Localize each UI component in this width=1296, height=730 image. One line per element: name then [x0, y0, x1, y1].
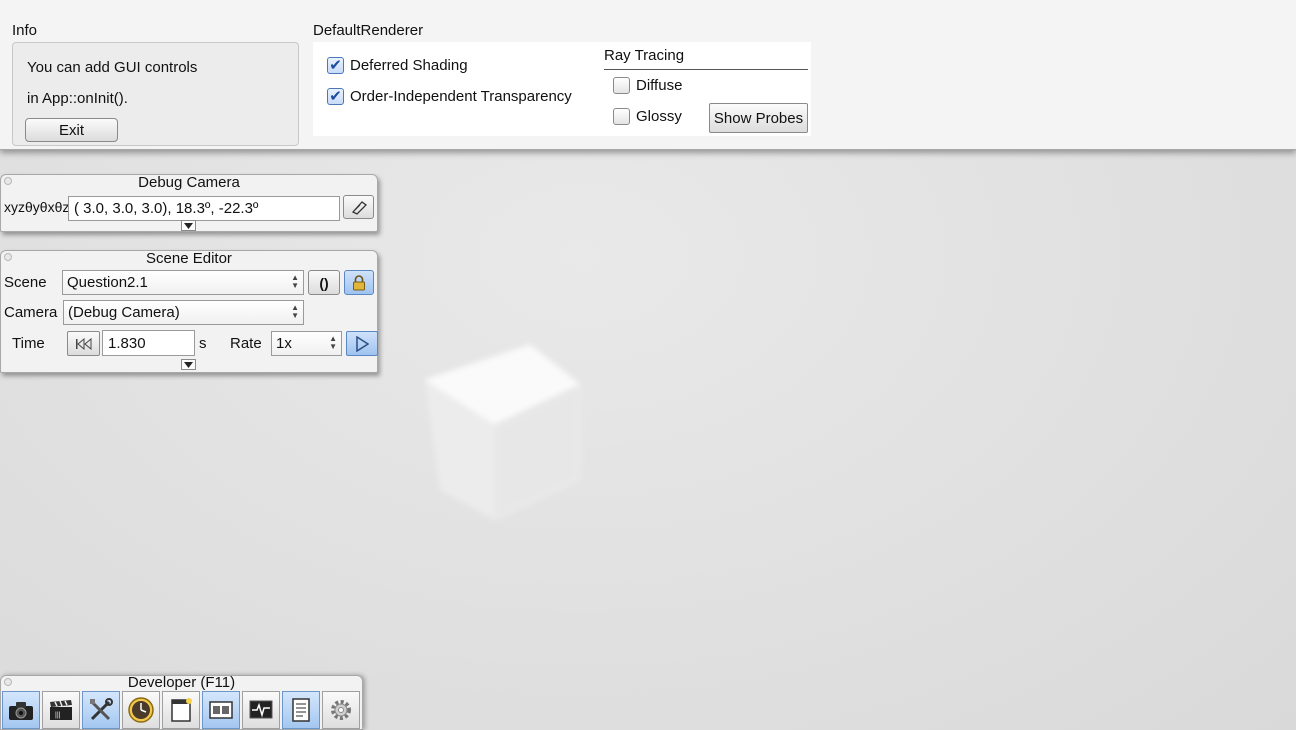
checkbox-box[interactable] [613, 108, 630, 125]
profiler-icon [249, 700, 273, 719]
scene-cube [425, 345, 580, 520]
scene-layout-button[interactable] [202, 691, 240, 729]
glossy-checkbox[interactable]: Glossy [613, 108, 682, 125]
clock-button[interactable] [122, 691, 160, 729]
camera-button[interactable] [2, 691, 40, 729]
info-text-line-2: in App::onInit(). [27, 90, 128, 107]
glossy-label: Glossy [636, 108, 682, 125]
scene-editor-panel: Scene Editor Scene Question2.1 ▲ ▼ () Cam… [0, 250, 378, 373]
diffuse-label: Diffuse [636, 77, 683, 94]
info-title: Info [12, 22, 38, 39]
top-toolbar: Info You can add GUI controls in App::on… [0, 0, 1296, 150]
scene-select-value: Question2.1 [67, 274, 148, 291]
window-button[interactable] [162, 691, 200, 729]
rate-select-value: 1x [276, 335, 292, 352]
camera-select-value: (Debug Camera) [68, 304, 180, 321]
scene-label: Scene [4, 274, 47, 291]
ray-tracing-divider [604, 69, 808, 70]
show-probes-button[interactable]: Show Probes [709, 103, 808, 133]
scene-viewport[interactable] [0, 150, 1296, 730]
expand-chevron-icon[interactable] [181, 359, 196, 370]
profiler-button[interactable] [242, 691, 280, 729]
debug-camera-title: Debug Camera [138, 174, 240, 191]
deferred-shading-checkbox[interactable]: ✔ Deferred Shading [327, 57, 468, 74]
camera-icon [9, 702, 33, 720]
diffuse-checkbox[interactable]: Diffuse [613, 77, 682, 94]
lock-icon [353, 274, 365, 290]
select-arrows-icon: ▲ ▼ [291, 303, 299, 320]
developer-toolbar: Developer (F11) ||| [0, 675, 363, 730]
info-box: You can add GUI controls in App::onInit(… [12, 42, 299, 146]
clipboard-icon [351, 201, 367, 215]
rewind-icon [75, 337, 91, 350]
video-record-button[interactable]: ||| [42, 691, 80, 729]
rewind-button[interactable] [67, 331, 100, 356]
select-arrows-icon: ▲ ▼ [291, 273, 299, 290]
coords-label: xyzθyθxθz [4, 199, 70, 215]
log-icon [292, 698, 310, 722]
expand-chevron-icon[interactable] [181, 220, 196, 231]
rate-select[interactable]: 1x ▲ ▼ [271, 331, 342, 356]
window-icon [171, 698, 192, 722]
scene-editor-title: Scene Editor [146, 250, 232, 267]
time-field[interactable]: 1.830 [102, 330, 195, 356]
time-label: Time [12, 335, 45, 352]
oit-checkbox[interactable]: ✔ Order-Independent Transparency [327, 88, 572, 105]
tools-button[interactable] [82, 691, 120, 729]
clock-icon [128, 697, 154, 723]
debug-camera-panel: Debug Camera xyzθyθxθz ( 3.0, 3.0, 3.0),… [0, 174, 378, 232]
select-arrows-icon: ▲ ▼ [329, 334, 337, 351]
info-text-line-1: You can add GUI controls [27, 59, 198, 76]
checkbox-box[interactable] [613, 77, 630, 94]
play-icon [356, 335, 369, 352]
settings-button[interactable] [322, 691, 360, 729]
clapperboard-icon: ||| [50, 700, 72, 720]
play-button[interactable] [346, 331, 378, 356]
rate-label: Rate [230, 335, 262, 352]
developer-title: Developer (F11) [127, 674, 236, 691]
ray-tracing-title: Ray Tracing [604, 47, 685, 64]
lock-scene-button[interactable] [344, 270, 374, 295]
gear-icon [331, 700, 351, 720]
reload-scene-button[interactable]: () [308, 270, 340, 295]
tools-icon [90, 698, 113, 721]
scene-layout-icon [209, 701, 233, 719]
camera-coords-field[interactable]: ( 3.0, 3.0, 3.0), 18.3º, -22.3º [68, 196, 340, 221]
oit-label: Order-Independent Transparency [350, 88, 572, 105]
camera-select[interactable]: (Debug Camera) ▲ ▼ [63, 300, 304, 325]
reload-icon: () [319, 274, 329, 291]
renderer-title: DefaultRenderer [313, 22, 424, 39]
camera-label: Camera [4, 304, 58, 321]
check-icon[interactable]: ✔ [327, 88, 344, 105]
exit-button[interactable]: Exit [25, 118, 118, 142]
scene-select[interactable]: Question2.1 ▲ ▼ [62, 270, 304, 295]
deferred-shading-label: Deferred Shading [350, 57, 468, 74]
copy-camera-button[interactable] [343, 195, 374, 219]
svg-text:|||: ||| [55, 712, 61, 719]
check-icon[interactable]: ✔ [327, 57, 344, 74]
time-unit-label: s [199, 335, 207, 352]
log-button[interactable] [282, 691, 320, 729]
